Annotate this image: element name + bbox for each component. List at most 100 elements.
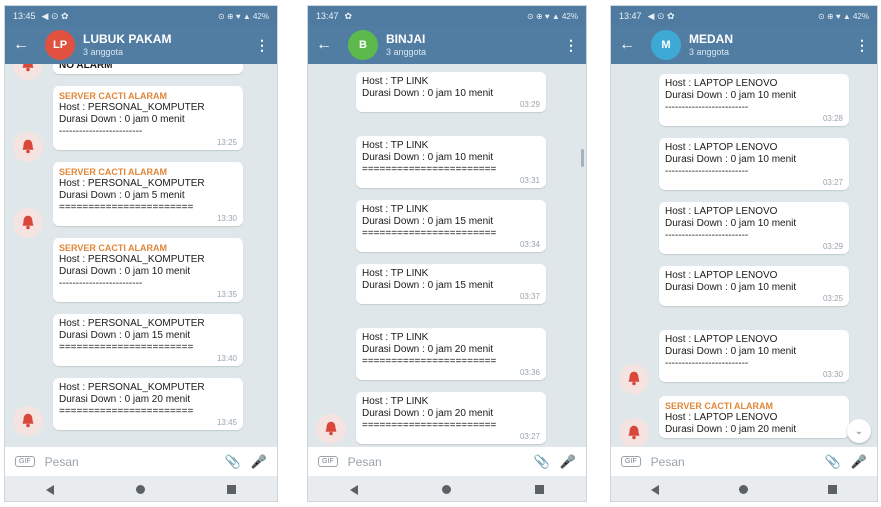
message-durasi: Durasi Down : 0 jam 20 menit [362, 408, 494, 419]
message-separator: ------------------------- [665, 102, 749, 113]
message-separator: ======================= [362, 228, 497, 239]
chat-title-block[interactable]: MEDAN 3 anggota [689, 32, 855, 57]
message-separator: ------------------------- [665, 166, 749, 177]
nav-home-icon[interactable] [136, 485, 145, 494]
message-bubble[interactable]: SERVER CACTI ALARAM Host : LAPTOP LENOVO… [659, 396, 849, 438]
message-durasi: Durasi Down : 0 jam 15 menit [59, 330, 191, 341]
message-bubble[interactable]: Host : LAPTOP LENOVO Durasi Down : 0 jam… [659, 330, 849, 382]
gif-icon[interactable]: GIF [15, 456, 35, 467]
message-host: Host : LAPTOP LENOVO [665, 334, 778, 345]
message-bubble[interactable]: SERVER CACTI ALARAM Host : PERSONAL_KOMP… [53, 86, 243, 150]
message-bubble[interactable]: Host : LAPTOP LENOVO Durasi Down : 0 jam… [659, 74, 849, 126]
scrollbar-thumb[interactable] [581, 149, 584, 167]
message-input[interactable]: Pesan [651, 455, 815, 469]
message-host: Host : PERSONAL_KOMPUTER [59, 254, 205, 265]
message-bubble[interactable]: SERVER CACTI ALARAM Host : PERSONAL_KOMP… [53, 162, 243, 226]
message-bubble[interactable]: NO ALARM [53, 64, 243, 74]
message-time: 03:27 [519, 432, 540, 441]
message-time: 03:27 [822, 178, 843, 187]
message-bubble[interactable]: Host : TP LINK Durasi Down : 0 jam 10 me… [356, 136, 546, 188]
paperclip-icon[interactable]: 📎 [534, 454, 550, 470]
message-input[interactable]: Pesan [348, 455, 524, 469]
bell-icon [13, 64, 43, 80]
chevron-down-icon[interactable]: ⌄ [847, 419, 871, 443]
message-durasi: Durasi Down : 0 jam 10 menit [665, 218, 797, 229]
message-bubble[interactable]: Host : PERSONAL_KOMPUTER Durasi Down : 0… [53, 378, 243, 430]
message-time: 03:29 [519, 100, 540, 109]
kebab-menu-icon[interactable]: ⋮ [855, 37, 869, 54]
gif-icon[interactable]: GIF [318, 456, 338, 467]
message-host: Host : TP LINK [362, 204, 429, 215]
message-bubble[interactable]: Host : TP LINK Durasi Down : 0 jam 15 me… [356, 264, 546, 304]
message-sender: SERVER CACTI ALARAM [59, 91, 168, 101]
nav-back-icon[interactable] [46, 484, 54, 495]
nav-home-icon[interactable] [739, 485, 748, 494]
message-time: 13:30 [216, 214, 237, 223]
chat-area[interactable]: Host : LAPTOP LENOVO Durasi Down : 0 jam… [611, 64, 877, 446]
kebab-menu-icon[interactable]: ⋮ [255, 37, 269, 54]
message-time: 13:35 [216, 290, 237, 299]
status-icons: ◀ ⊙ ✿ [41, 10, 69, 21]
avatar[interactable]: B [348, 30, 378, 60]
phone-screen-lubuk-pakam: 13:45 ◀ ⊙ ✿ ⊙ ⊕ ♥ ▲ 42% ← LP LUBUK PAKAM … [4, 5, 278, 502]
message-input[interactable]: Pesan [45, 455, 215, 469]
message-bubble[interactable]: Host : LAPTOP LENOVO Durasi Down : 0 jam… [659, 266, 849, 306]
message-time: 03:30 [822, 370, 843, 379]
chat-area[interactable]: NO ALARM SERVER CACTI ALARAM Host : PERS… [5, 64, 277, 446]
arrow-left-icon[interactable]: ← [619, 36, 643, 54]
message-host: Host : TP LINK [362, 76, 429, 87]
gif-icon[interactable]: GIF [621, 456, 641, 467]
chat-title: LUBUK PAKAM [83, 32, 172, 47]
avatar[interactable]: M [651, 30, 681, 60]
bell-icon [619, 364, 649, 394]
microphone-icon[interactable]: 🎤 [251, 454, 267, 470]
status-right: ⊙ ⊕ ♥ ▲ 42% [818, 11, 869, 21]
chat-header: ← M MEDAN 3 anggota ⋮ [611, 26, 877, 64]
message-durasi: Durasi Down : 0 jam 10 menit [665, 154, 797, 165]
message-bubble[interactable]: Host : LAPTOP LENOVO Durasi Down : 0 jam… [659, 138, 849, 190]
nav-recent-icon[interactable] [227, 485, 236, 494]
message-text: NO ALARM [59, 64, 113, 71]
android-nav-bar [611, 476, 877, 501]
message-bubble[interactable]: Host : PERSONAL_KOMPUTER Durasi Down : 0… [53, 314, 243, 366]
message-input-bar: GIF Pesan 📎 🎤 [308, 446, 586, 476]
status-time: 13:47 [619, 11, 642, 21]
message-bubble[interactable]: Host : TP LINK Durasi Down : 0 jam 10 me… [356, 72, 546, 112]
message-separator: ======================= [59, 406, 194, 417]
arrow-left-icon[interactable]: ← [13, 36, 37, 54]
message-time: 13:45 [216, 418, 237, 427]
message-durasi: Durasi Down : 0 jam 0 menit [59, 114, 185, 125]
message-host: Host : TP LINK [362, 140, 429, 151]
avatar[interactable]: LP [45, 30, 75, 60]
bell-icon [13, 208, 43, 238]
nav-home-icon[interactable] [442, 485, 451, 494]
message-bubble[interactable]: Host : TP LINK Durasi Down : 0 jam 20 me… [356, 392, 546, 444]
message-host: Host : TP LINK [362, 396, 429, 407]
message-bubble[interactable]: Host : TP LINK Durasi Down : 0 jam 15 me… [356, 200, 546, 252]
status-icons: ✿ [344, 10, 353, 21]
message-durasi: Durasi Down : 0 jam 10 menit [665, 90, 797, 101]
status-time: 13:45 [13, 11, 36, 21]
message-durasi: Durasi Down : 0 jam 20 menit [59, 394, 191, 405]
message-bubble[interactable]: Host : TP LINK Durasi Down : 0 jam 20 me… [356, 328, 546, 380]
chat-title-block[interactable]: BINJAI 3 anggota [386, 32, 564, 57]
arrow-left-icon[interactable]: ← [316, 36, 340, 54]
paperclip-icon[interactable]: 📎 [225, 454, 241, 470]
nav-back-icon[interactable] [350, 484, 358, 495]
kebab-menu-icon[interactable]: ⋮ [564, 37, 578, 54]
nav-recent-icon[interactable] [535, 485, 544, 494]
paperclip-icon[interactable]: 📎 [825, 454, 841, 470]
message-time: 03:25 [822, 294, 843, 303]
chat-title-block[interactable]: LUBUK PAKAM 3 anggota [83, 32, 255, 57]
microphone-icon[interactable]: 🎤 [560, 454, 576, 470]
microphone-icon[interactable]: 🎤 [851, 454, 867, 470]
message-bubble[interactable]: SERVER CACTI ALARAM Host : PERSONAL_KOMP… [53, 238, 243, 302]
chat-area[interactable]: Host : TP LINK Durasi Down : 0 jam 10 me… [308, 64, 586, 446]
message-bubble[interactable]: Host : LAPTOP LENOVO Durasi Down : 0 jam… [659, 202, 849, 254]
message-time: 13:40 [216, 354, 237, 363]
bell-icon [13, 132, 43, 162]
message-host: Host : LAPTOP LENOVO [665, 78, 778, 89]
nav-back-icon[interactable] [651, 484, 659, 495]
nav-recent-icon[interactable] [828, 485, 837, 494]
message-sender: SERVER CACTI ALARAM [59, 243, 168, 253]
